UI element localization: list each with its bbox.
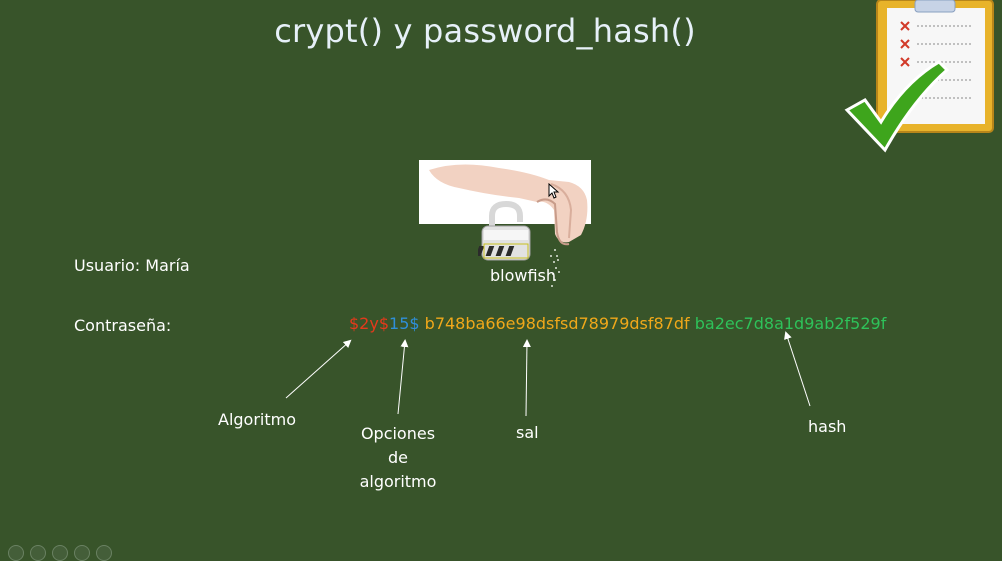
annotation-salt: sal [516, 423, 539, 442]
more-icon[interactable] [96, 545, 112, 561]
presentation-slide: crypt() y password_hash() blowfish Usuar… [0, 0, 1002, 561]
arrow-options [397, 339, 409, 415]
slideshow-toolbar [8, 545, 112, 561]
annotation-arrows [285, 331, 811, 417]
arrow-algorithm [285, 339, 352, 399]
prev-icon[interactable] [8, 545, 24, 561]
pen-icon[interactable] [30, 545, 46, 561]
arrow-hash [784, 331, 811, 407]
annotation-algorithm: Algoritmo [218, 410, 297, 429]
slides-icon[interactable] [52, 545, 68, 561]
zoom-icon[interactable] [74, 545, 90, 561]
arrow-salt [522, 339, 531, 417]
annotation-options: Opciones de algoritmo [359, 424, 437, 491]
annotation-hash: hash [808, 417, 847, 436]
